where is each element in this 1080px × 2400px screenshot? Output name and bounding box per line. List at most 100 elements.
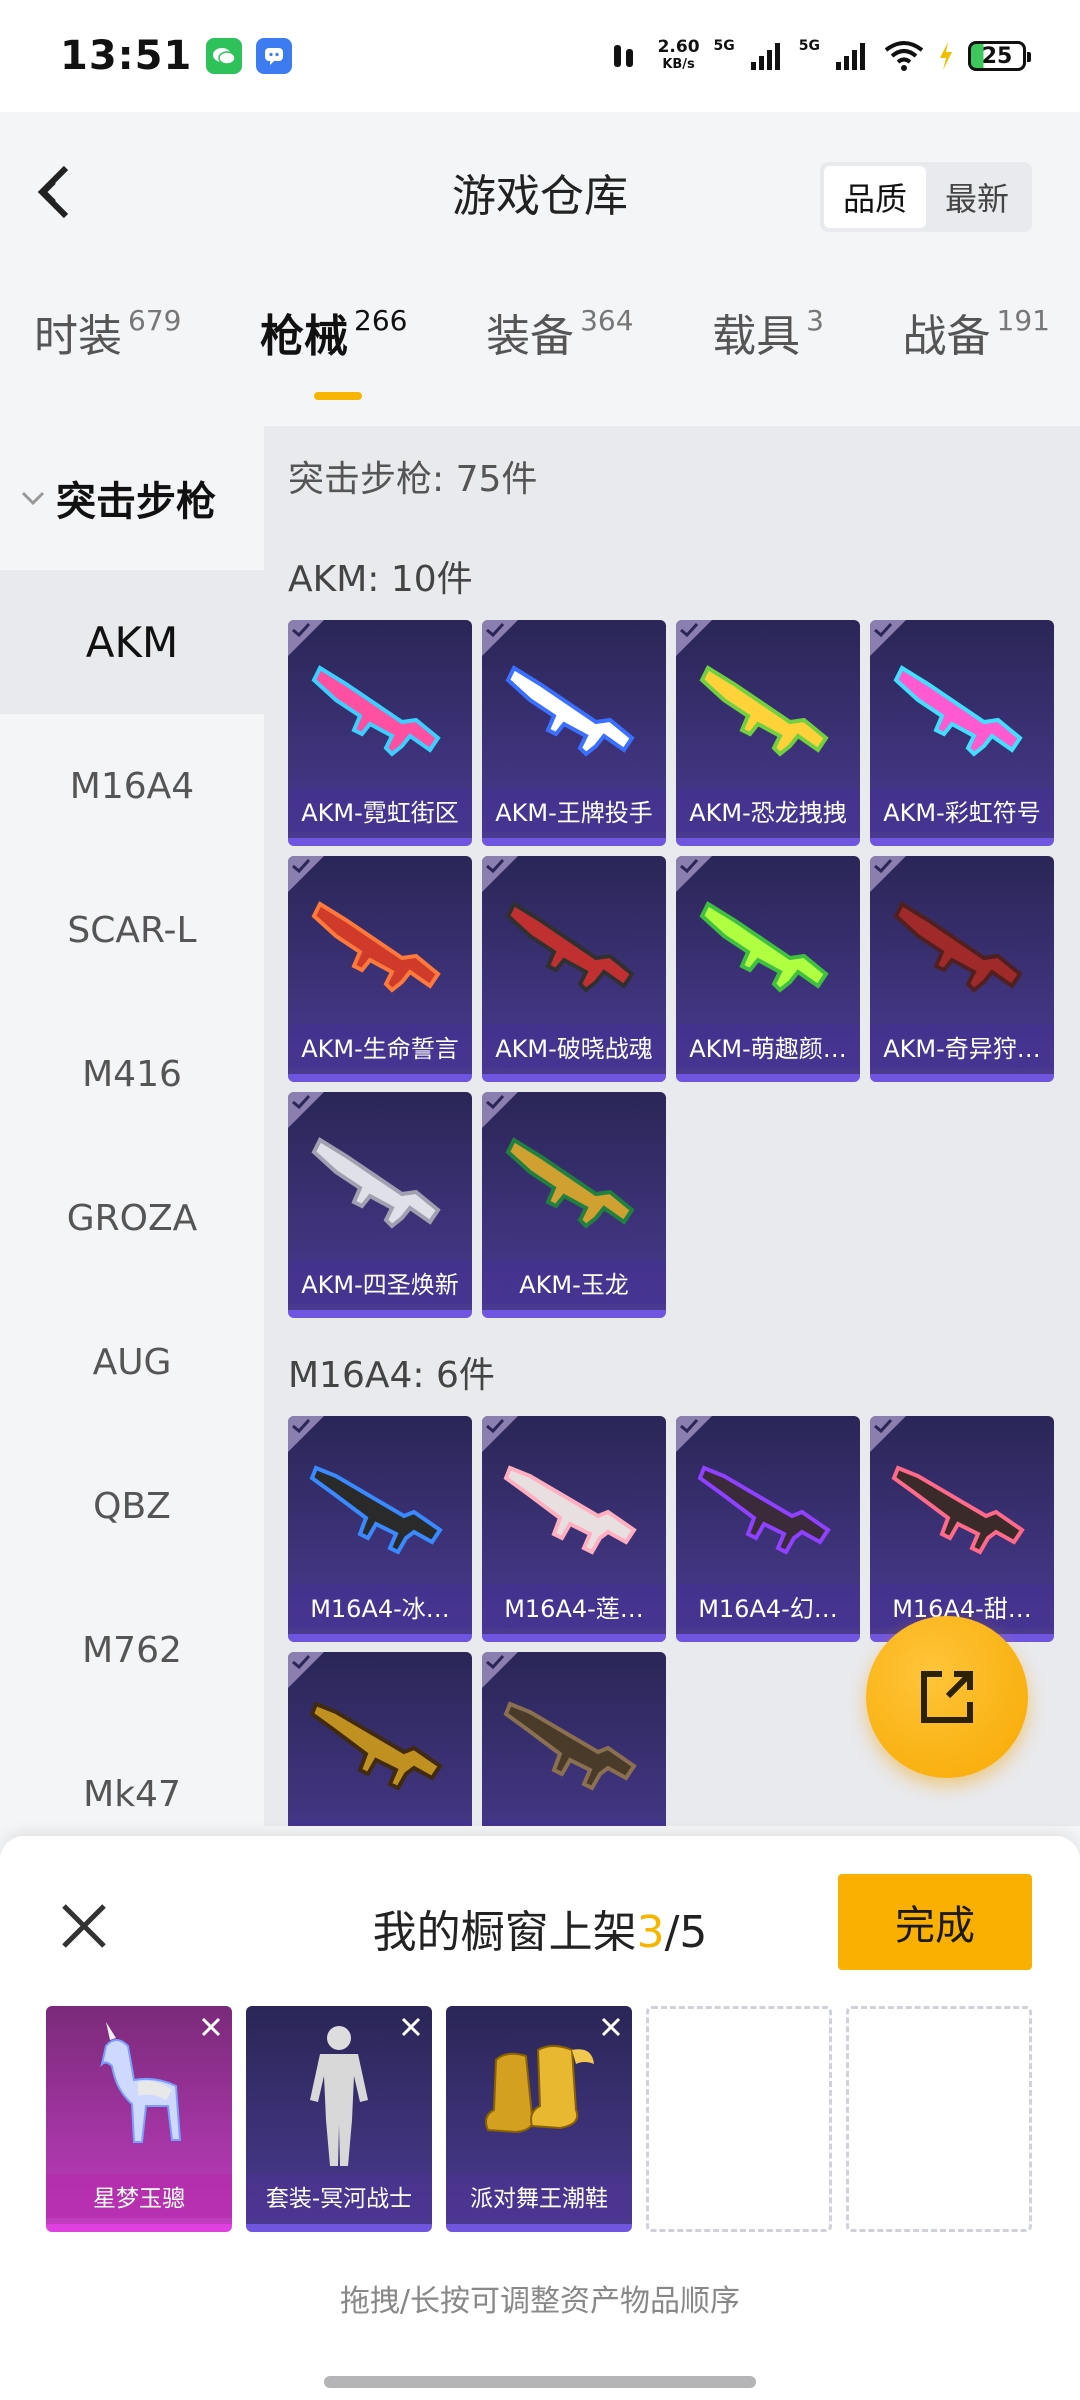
weapon-skin-image [503, 1701, 637, 1791]
weapon-card-name: AKM-彩虹符号 [870, 788, 1054, 832]
wifi-icon [884, 41, 924, 71]
weapon-card-name [482, 1820, 666, 1826]
sort-toggle[interactable]: 品质 最新 [820, 162, 1032, 232]
sidebar-item-groza[interactable]: GROZA [0, 1146, 264, 1290]
showcase-slot-1[interactable]: 星梦玉骢 [46, 2006, 232, 2232]
weapon-card[interactable]: M16A4-甜… [870, 1416, 1054, 1642]
weapon-card[interactable]: M16A4-冰… [288, 1416, 472, 1642]
active-tab-indicator [314, 392, 363, 400]
showcase-slot-empty-5[interactable] [846, 2006, 1032, 2232]
weapon-skin-image [505, 1137, 635, 1229]
checkmark-icon [486, 622, 505, 638]
weapon-card[interactable]: AKM-四圣焕新 [288, 1092, 472, 1318]
sidebar-item-aug[interactable]: AUG [0, 1290, 264, 1434]
reorder-hint: 拖拽/长按可调整资产物品顺序 [339, 2284, 741, 2319]
weapon-skin-image [699, 901, 829, 993]
weapon-skin-image [505, 665, 635, 757]
sidebar-item-m762[interactable]: M762 [0, 1578, 264, 1722]
network-type-1: 5G [713, 38, 735, 54]
outfit-image [310, 2026, 368, 2166]
tab-firearms[interactable]: 枪械 266 [260, 300, 407, 410]
signal-icon-2 [836, 43, 865, 70]
sidebar-item-m16a4[interactable]: M16A4 [0, 714, 264, 858]
weapon-card[interactable]: AKM-破晓战魂 [482, 856, 666, 1082]
weapon-card-name: AKM-破晓战魂 [482, 1024, 666, 1068]
category-tabs: 时装 679 枪械 266 装备 364 载具 3 战备 191 [0, 300, 1080, 410]
slot-item-name: 套装-冥河战士 [246, 2174, 432, 2218]
weapon-skin-image [309, 1701, 443, 1791]
showcase-slot-2[interactable]: 套装-冥河战士 [246, 2006, 432, 2232]
weapon-card[interactable]: AKM-奇异狩… [870, 856, 1054, 1082]
checkmark-icon [680, 622, 699, 638]
signal-icon-1 [750, 43, 780, 70]
weapon-card[interactable]: AKM-王牌投手 [482, 620, 666, 846]
weapon-card-name: AKM-萌趣颜… [676, 1024, 860, 1068]
weapon-card[interactable]: AKM-生命誓言 [288, 856, 472, 1082]
weapon-card[interactable]: M16A4-幻… [676, 1416, 860, 1642]
checkmark-icon [874, 858, 893, 874]
home-indicator[interactable] [324, 2376, 756, 2388]
page-header: 游戏仓库 品质 最新 [0, 112, 1080, 272]
showcase-slots: 星梦玉骢 套装-冥河战士 派对舞王潮鞋 [46, 2006, 1032, 2232]
checkmark-icon [486, 858, 505, 874]
sort-newest-option[interactable]: 最新 [926, 166, 1028, 228]
weapon-card[interactable] [288, 1652, 472, 1826]
close-icon [601, 2017, 621, 2037]
tab-vehicles[interactable]: 载具 3 [712, 300, 824, 410]
checkmark-icon [292, 1418, 311, 1434]
weapon-card[interactable]: AKM-霓虹街区 [288, 620, 472, 846]
remove-slot-3-button[interactable] [594, 2010, 628, 2044]
weapon-card[interactable]: AKM-玉龙 [482, 1092, 666, 1318]
showcase-sheet: 我的橱窗上架3/5 完成 星梦玉骢 套装-冥河战士 派对舞王潮鞋 拖拽/长按可调… [0, 1836, 1080, 2400]
back-button[interactable] [30, 162, 80, 222]
sidebar-group-assault-rifles[interactable]: 突击步枪 [0, 426, 264, 570]
remove-slot-2-button[interactable] [394, 2010, 428, 2044]
weapon-card-name: AKM-玉龙 [482, 1260, 666, 1304]
sidebar-item-qbz[interactable]: QBZ [0, 1434, 264, 1578]
external-link-icon [921, 1671, 973, 1723]
weapon-card-name: AKM-霓虹街区 [288, 788, 472, 832]
chat-app-icon [256, 38, 293, 74]
weapon-card[interactable]: M16A4-莲… [482, 1416, 666, 1642]
tab-supplies[interactable]: 战备 191 [903, 300, 1050, 410]
weapon-skin-image [893, 901, 1023, 993]
close-icon [201, 2017, 221, 2037]
hd-signal-icon [613, 45, 633, 67]
page-title: 游戏仓库 [452, 171, 628, 222]
checkmark-icon [292, 1094, 311, 1110]
tab-equipment[interactable]: 装备 364 [486, 300, 633, 410]
akm-grid: AKM-霓虹街区 AKM-王牌投手 AKM-恐龙拽拽 AKM-彩虹符号 AKM-生命誓言… [288, 620, 1056, 1318]
sort-quality-option[interactable]: 品质 [824, 166, 926, 228]
weapon-card-name: AKM-生命誓言 [288, 1024, 472, 1068]
weapon-skin-image [697, 1465, 831, 1555]
category-count-header: 突击步枪: 75件 [288, 459, 538, 500]
sidebar-item-m416[interactable]: M416 [0, 1002, 264, 1146]
wechat-icon [206, 38, 243, 74]
weapon-skin-image [891, 1465, 1025, 1555]
weapon-skin-image [503, 1465, 637, 1555]
charging-icon [940, 42, 952, 70]
sidebar-item-akm[interactable]: AKM [0, 570, 264, 714]
share-button[interactable] [866, 1616, 1028, 1778]
done-button[interactable]: 完成 [838, 1874, 1032, 1970]
weapon-card[interactable]: AKM-恐龙拽拽 [676, 620, 860, 846]
network-type-2: 5G [798, 38, 820, 54]
battery-indicator: 25 [968, 41, 1031, 71]
weapon-card[interactable] [482, 1652, 666, 1826]
checkmark-icon [292, 1654, 311, 1670]
weapon-card-name [288, 1820, 472, 1826]
tab-outfits[interactable]: 时装 679 [34, 300, 181, 410]
sidebar-item-scar-l[interactable]: SCAR-L [0, 858, 264, 1002]
checkmark-icon [874, 622, 893, 638]
remove-slot-1-button[interactable] [194, 2010, 228, 2044]
checkmark-icon [680, 1418, 699, 1434]
weapon-sidebar: 突击步枪 AKM M16A4 SCAR-L M416 GROZA AUG QBZ… [0, 426, 264, 1826]
showcase-slot-empty-4[interactable] [646, 2006, 832, 2232]
weapon-card[interactable]: AKM-萌趣颜… [676, 856, 860, 1082]
checkmark-icon [486, 1654, 505, 1670]
showcase-slot-3[interactable]: 派对舞王潮鞋 [446, 2006, 632, 2232]
weapon-skin-image [309, 1465, 443, 1555]
checkmark-icon [874, 1418, 893, 1434]
weapon-card[interactable]: AKM-彩虹符号 [870, 620, 1054, 846]
section-title-m16a4: M16A4: 6件 [288, 1355, 495, 1396]
